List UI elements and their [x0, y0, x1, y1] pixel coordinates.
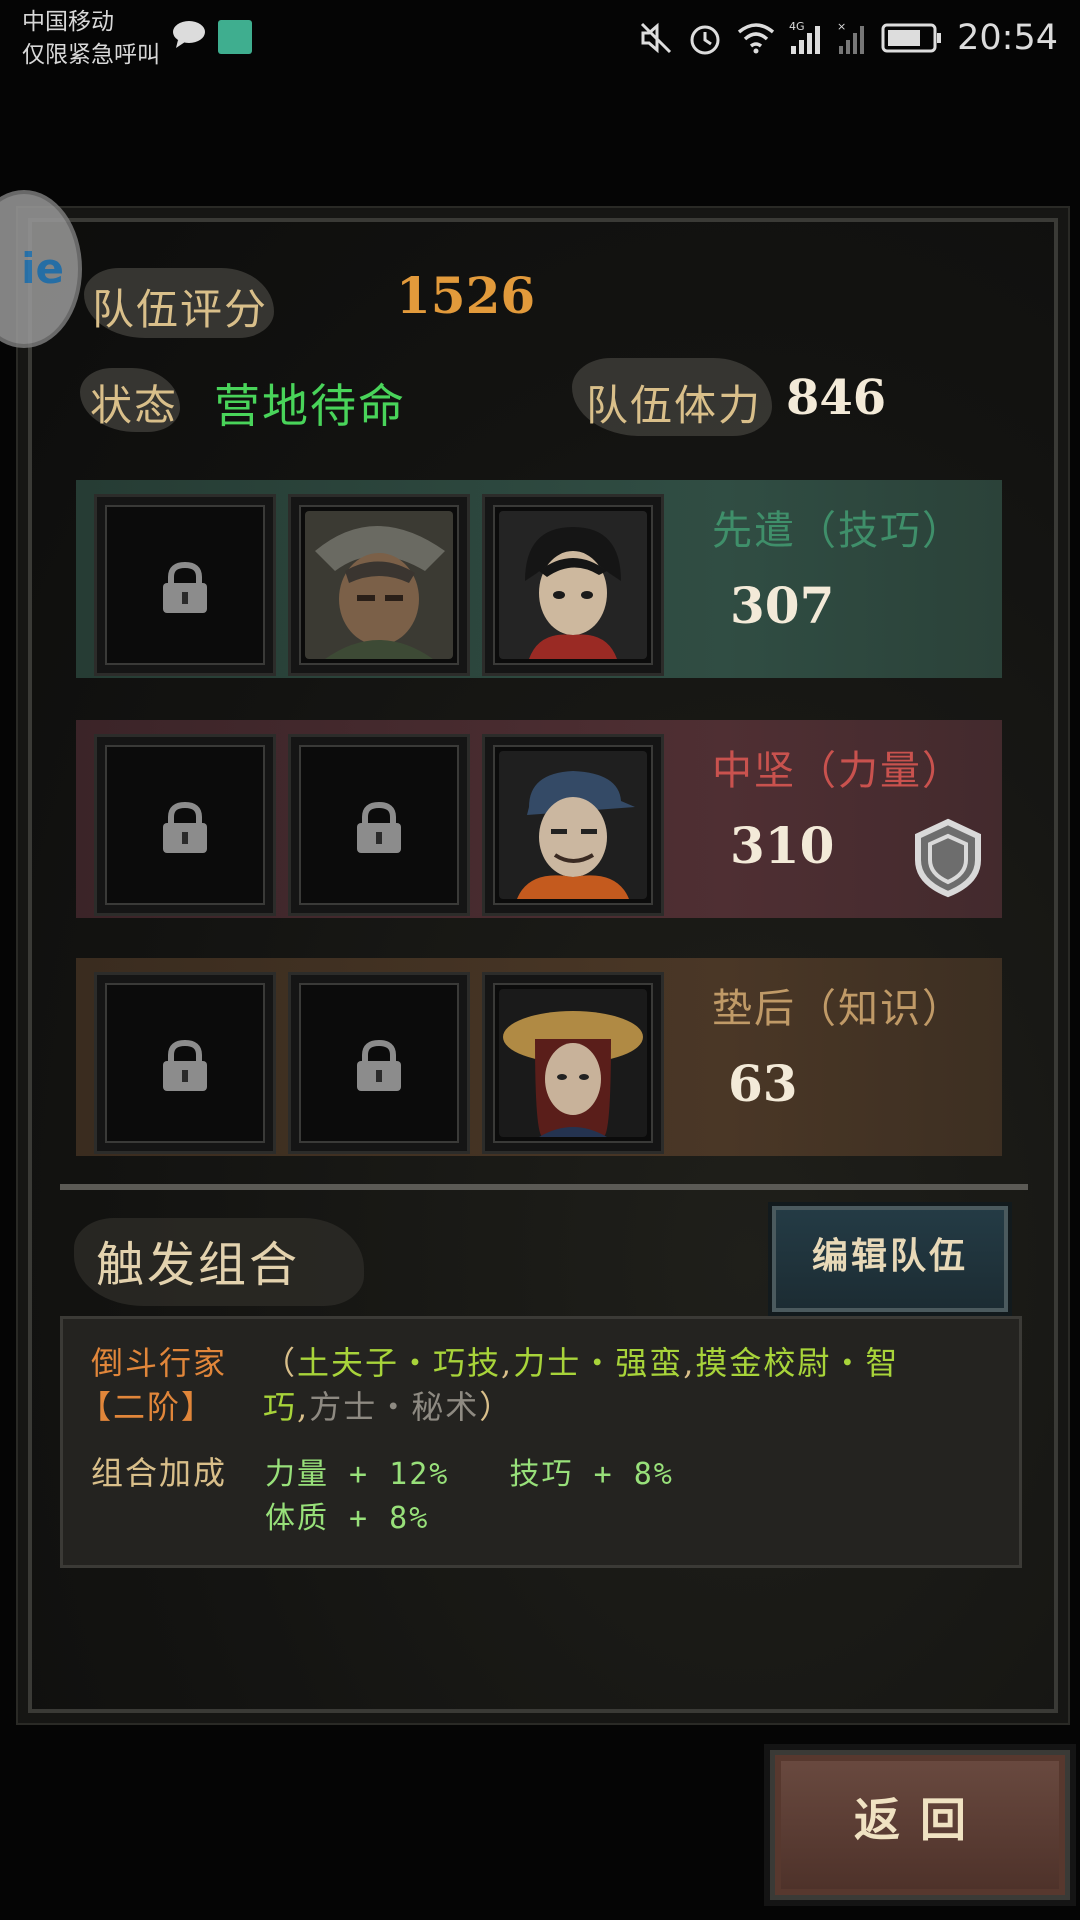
- combo-members-line1: （土夫子・巧技,力士・强蛮,摸金校尉・智: [263, 1344, 900, 1382]
- battery-icon: [881, 23, 942, 53]
- hero-slot-locked[interactable]: [94, 734, 276, 916]
- combo-tier: 【二阶】: [79, 1388, 216, 1426]
- lock-icon: [163, 801, 207, 853]
- combo-members-line2: 巧,方士・秘术）: [263, 1388, 514, 1426]
- hero-portrait-fangshi: [499, 989, 647, 1137]
- hero-slot[interactable]: [288, 494, 470, 676]
- row-score-front: 307: [730, 576, 835, 635]
- wifi-icon: [738, 23, 775, 54]
- team-score-label: 队伍评分: [92, 285, 269, 334]
- hero-slot[interactable]: [482, 972, 664, 1154]
- hero-portrait-tufuzi: [305, 511, 453, 659]
- app-icon: [218, 20, 252, 54]
- hero-slot-locked[interactable]: [288, 734, 470, 916]
- alarm-icon: [690, 25, 720, 55]
- status-bar-right: 4G × 20:54: [639, 14, 1058, 62]
- hero-slot[interactable]: [482, 734, 664, 916]
- combo-details: 倒斗行家 【二阶】 （土夫子・巧技,力士・强蛮,摸金校尉・智 巧,方士・秘术） …: [60, 1316, 1022, 1568]
- signal-icon: ×: [837, 20, 865, 54]
- emergency-label: 仅限紧急呼叫: [22, 42, 160, 68]
- combo-member-inactive: 方士・秘术: [309, 1388, 480, 1426]
- status-bar-left: 中国移动 仅限紧急呼叫: [22, 6, 160, 72]
- carrier-label: 中国移动: [22, 9, 114, 35]
- lock-icon: [163, 1039, 207, 1091]
- row-title-back: 垫后（知识）: [712, 986, 964, 1032]
- row-score-back: 63: [728, 1054, 798, 1113]
- combo-name: 倒斗行家: [91, 1344, 228, 1382]
- signal-4g-icon: 4G: [789, 20, 821, 54]
- stamina-value: 846: [786, 370, 887, 426]
- stamina-label: 队伍体力: [586, 381, 763, 430]
- back-button[interactable]: 返回: [770, 1750, 1070, 1900]
- combo-bonus-label: 组合加成: [91, 1454, 228, 1492]
- combo-bonus-line: 力量 + 12% 技巧 + 8%: [265, 1457, 674, 1492]
- section-divider: [60, 1184, 1028, 1190]
- formation-row-back[interactable]: 垫后（知识） 63: [76, 958, 1002, 1156]
- status-label: 状态: [90, 381, 179, 430]
- hero-slot-locked[interactable]: [288, 972, 470, 1154]
- row-title-middle: 中坚（力量）: [712, 748, 964, 794]
- svg-text:4G: 4G: [789, 20, 805, 33]
- hero-slot-locked[interactable]: [94, 494, 276, 676]
- lock-icon: [357, 801, 401, 853]
- edit-team-button[interactable]: 编辑队伍: [772, 1206, 1008, 1312]
- clock: 20:54: [957, 18, 1058, 58]
- mute-icon: [641, 22, 672, 54]
- shield-icon: [915, 818, 981, 898]
- hero-portrait-mojin: [499, 751, 647, 899]
- lock-icon: [163, 561, 207, 613]
- combo-member: 摸金校尉・智: [695, 1344, 900, 1382]
- combo-bonus-line: 体质 + 8%: [265, 1501, 430, 1536]
- hero-portrait-lishi: [499, 511, 647, 659]
- combo-title: 触发组合: [96, 1237, 301, 1293]
- row-title-front: 先遣（技巧）: [712, 508, 964, 554]
- row-score-middle: 310: [730, 816, 835, 875]
- status-value: 营地待命: [214, 379, 406, 433]
- svg-text:×: ×: [837, 20, 846, 33]
- formation-row-middle[interactable]: 中坚（力量） 310: [76, 720, 1002, 918]
- formation-row-front[interactable]: 先遣（技巧） 307: [76, 480, 1002, 678]
- combo-member: 力士・强蛮: [513, 1344, 684, 1382]
- team-score-value: 1526: [396, 266, 536, 325]
- combo-member: 土夫子・巧技: [297, 1344, 502, 1382]
- hero-slot[interactable]: [482, 494, 664, 676]
- hero-slot-locked[interactable]: [94, 972, 276, 1154]
- lock-icon: [357, 1039, 401, 1091]
- chat-icon: [173, 21, 205, 48]
